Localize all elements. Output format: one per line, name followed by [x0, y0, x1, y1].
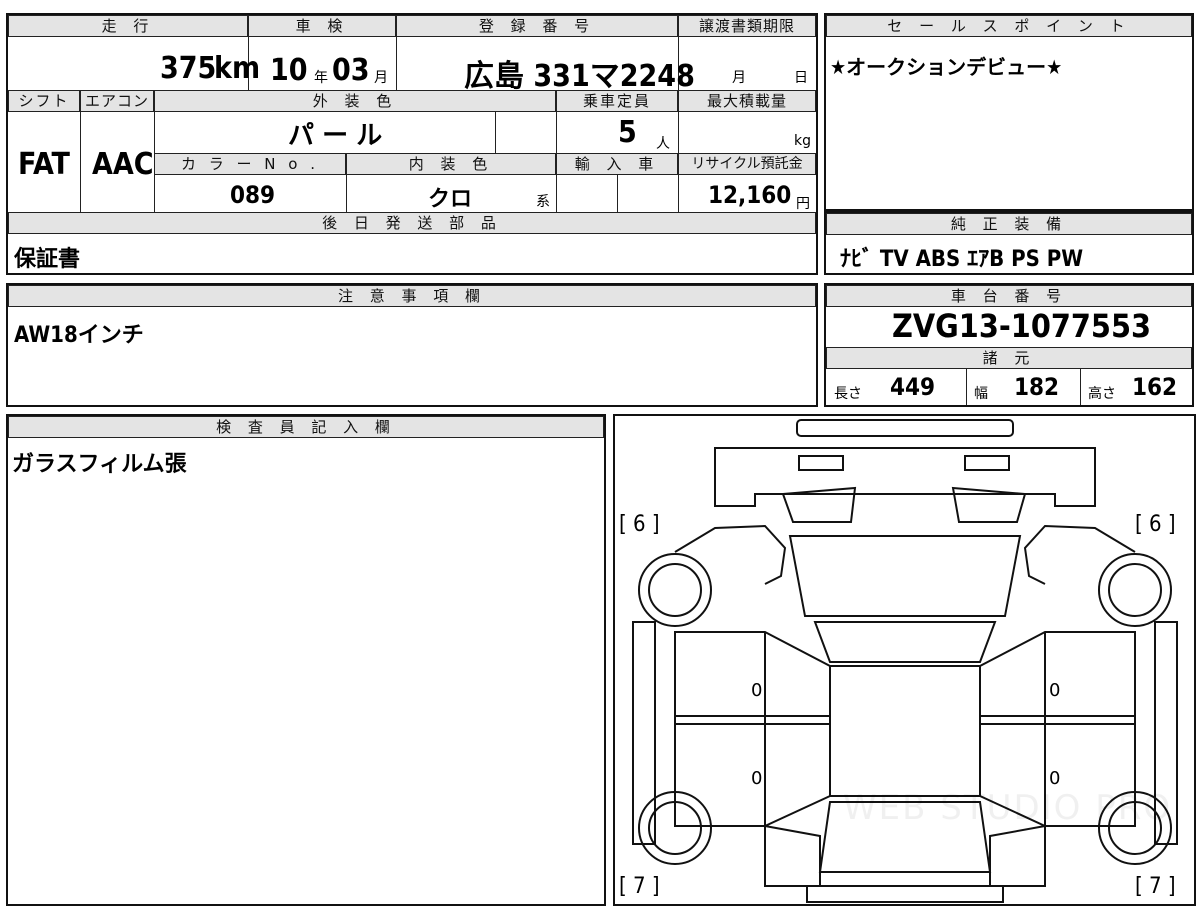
inspection-year-unit: 年 [314, 70, 328, 86]
aircon-header: エアコン [80, 90, 154, 112]
length-label: 長さ [834, 386, 862, 402]
recycle-deposit-unit: 円 [796, 196, 810, 212]
inspection-year: 10 [270, 53, 308, 88]
height-value: 162 [1132, 373, 1178, 401]
summary-table: 走 行 車 検 登 録 番 号 譲渡書類期限 375 km 10 年 03 月 … [6, 13, 818, 275]
mileage-value: 375 [160, 51, 217, 86]
capacity-header: 乗車定員 [556, 90, 678, 112]
capacity-unit: 人 [656, 136, 670, 152]
later-parts-header: 後 日 発 送 部 品 [8, 212, 816, 234]
capacity-value: 5 [618, 115, 637, 150]
later-parts-value: 保証書 [14, 247, 81, 272]
transfer-deadline-header: 譲渡書類期限 [678, 15, 816, 37]
interior-color-header: 内 装 色 [346, 153, 556, 175]
exterior-color-value: パ ー ル [288, 121, 383, 151]
door-mark-front-right: 0 [1049, 680, 1061, 701]
interior-color-suffix: 系 [536, 194, 550, 210]
inspector-header: 検 査 員 記 入 欄 [8, 416, 604, 438]
inspection-month: 03 [332, 53, 370, 88]
vehicle-diagram-panel: [ 6 ] [ 6 ] [ 7 ] [ 7 ] 0 0 0 0 WEB STUD… [613, 414, 1196, 906]
notes-text: AW18インチ [14, 323, 144, 348]
registration-value: 広島 331マ2248 [464, 59, 695, 94]
inspector-text: ガラスフィルム張 [12, 452, 187, 477]
door-mark-front-left: 0 [751, 680, 763, 701]
recycle-deposit-value: 12,160 [708, 181, 792, 209]
mileage-header: 走 行 [8, 15, 248, 37]
color-number-header: カ ラ ー N o . [154, 153, 346, 175]
notes-header: 注 意 事 項 欄 [8, 285, 816, 307]
equipment-header: 純 正 装 備 [826, 213, 1192, 235]
chassis-header: 車 台 番 号 [826, 285, 1192, 307]
sales-point-panel: セ ー ル ス ポ イ ン ト ★オークションデビュー★ [824, 13, 1194, 211]
height-label: 高さ [1088, 386, 1116, 402]
rear-right-mark: [ 7 ] [1135, 874, 1176, 899]
rear-left-mark: [ 7 ] [619, 874, 660, 899]
notes-panel: 注 意 事 項 欄 AW18インチ [6, 283, 818, 407]
width-value: 182 [1014, 373, 1060, 401]
length-value: 449 [890, 373, 936, 401]
color-number-value: 089 [230, 181, 276, 209]
aircon-value: AAC [92, 147, 154, 182]
recycle-deposit-header: リサイクル預託金 [678, 153, 816, 175]
interior-color-value: クロ [428, 187, 473, 212]
transfer-day-unit: 日 [794, 70, 808, 86]
inspection-month-unit: 月 [374, 70, 388, 86]
inspection-header: 車 検 [248, 15, 396, 37]
equipment-panel: 純 正 装 備 ﾅﾋﾞ TV ABS ｴｱB PS PW [824, 211, 1194, 275]
sales-point-text: ★オークションデビュー★ [830, 55, 1063, 79]
watermark: WEB STUDIO PRO [843, 788, 1173, 828]
equipment-text: ﾅﾋﾞ TV ABS ｴｱB PS PW [840, 247, 1084, 272]
front-right-mark: [ 6 ] [1135, 512, 1176, 537]
door-mark-rear-right: 0 [1049, 768, 1061, 789]
chassis-panel: 車 台 番 号 ZVG13-1077553 諸 元 長さ 449 幅 182 高… [824, 283, 1194, 407]
width-label: 幅 [974, 386, 988, 402]
max-load-header: 最大積載量 [678, 90, 816, 112]
shift-value: FAT [18, 147, 70, 182]
inspector-panel: 検 査 員 記 入 欄 ガラスフィルム張 [6, 414, 606, 906]
door-mark-rear-left: 0 [751, 768, 763, 789]
sales-point-header: セ ー ル ス ポ イ ン ト [826, 15, 1192, 37]
shift-header: シフト [8, 90, 80, 112]
specs-header: 諸 元 [826, 347, 1192, 369]
import-car-header: 輸 入 車 [556, 153, 678, 175]
vehicle-body-diagram [632, 419, 1178, 903]
exterior-color-header: 外 装 色 [154, 90, 556, 112]
registration-header: 登 録 番 号 [396, 15, 678, 37]
front-left-mark: [ 6 ] [619, 512, 660, 537]
chassis-value: ZVG13-1077553 [892, 307, 1152, 345]
mileage-unit: km [214, 51, 261, 86]
max-load-unit: kg [794, 133, 811, 149]
transfer-month-unit: 月 [732, 70, 746, 86]
